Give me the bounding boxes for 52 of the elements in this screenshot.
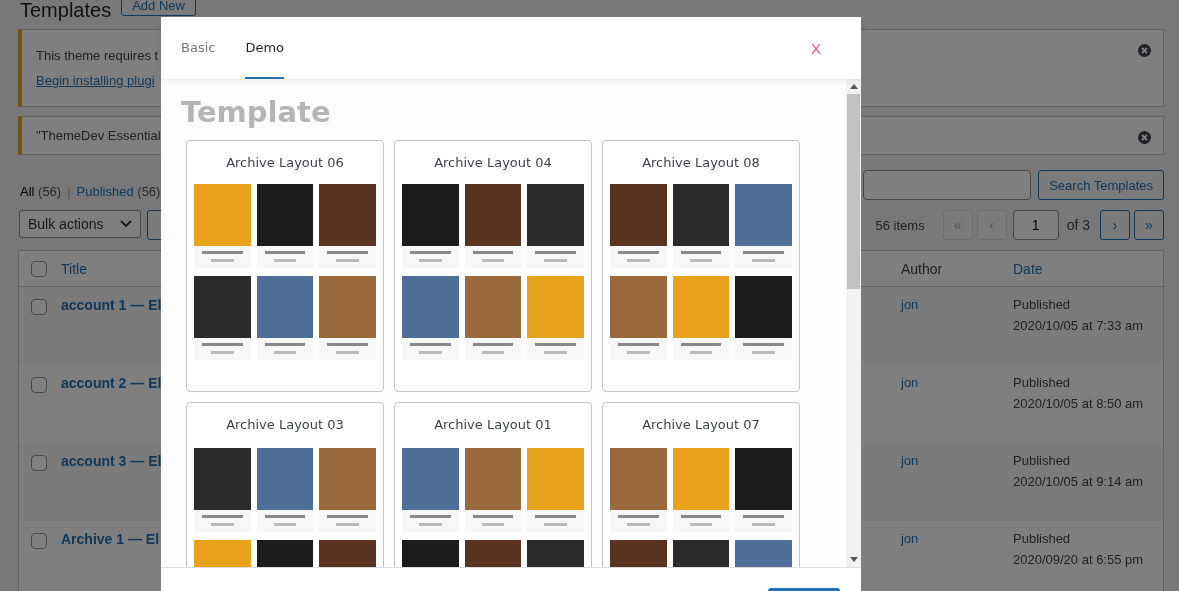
notice-text: "ThemeDev Essential (36, 128, 161, 143)
row-checkbox[interactable] (31, 455, 47, 471)
search-button[interactable]: Search Templates (1038, 170, 1164, 200)
template-card[interactable]: Archive Layout 04 (394, 140, 592, 392)
scroll-down-icon[interactable] (849, 557, 858, 562)
template-card[interactable]: Archive Layout 06 (186, 140, 384, 392)
template-card[interactable]: Archive Layout 07 (602, 402, 800, 567)
select-all-checkbox[interactable] (31, 260, 47, 277)
page-nav-button[interactable]: » (1134, 210, 1164, 240)
column-header[interactable]: Date (1013, 260, 1163, 277)
date-cell-text: Published 2020/10/05 at 8:50 am (1013, 374, 1145, 413)
view-link[interactable]: All (56) (20, 183, 62, 199)
date-cell-text: Published 2020/09/20 at 6:55 pm (1013, 530, 1145, 569)
row-checkbox[interactable] (31, 533, 47, 549)
page-total: of 3 (1066, 217, 1090, 233)
scroll-up-icon[interactable] (849, 84, 858, 89)
row-checkbox[interactable] (31, 377, 47, 393)
dismiss-icon[interactable] (1138, 131, 1151, 144)
template-name: Archive Layout 07 (641, 417, 761, 432)
row-checkbox[interactable] (31, 299, 47, 315)
dialog-tab[interactable]: Basic (181, 17, 216, 79)
author-link[interactable]: jon (901, 297, 1013, 365)
page-nav-button[interactable]: › (1100, 210, 1130, 240)
section-heading: Template (181, 95, 332, 129)
author-link[interactable]: jon (901, 375, 1013, 443)
author-link[interactable]: jon (901, 453, 1013, 521)
install-plugins-link[interactable]: Begin installing plugi (36, 73, 159, 88)
close-button[interactable]: X (811, 17, 821, 79)
page-field[interactable]: 1 (1012, 210, 1059, 240)
template-card[interactable]: Archive Layout 01 (394, 402, 592, 567)
view-link[interactable]: Published (56) (76, 183, 161, 199)
add-new-button[interactable]: Add New (121, 0, 196, 16)
template-name: Archive Layout 01 (433, 417, 553, 432)
chevron-down-icon[interactable] (120, 220, 132, 228)
template-card[interactable]: Archive Layout 08 (602, 140, 800, 392)
scrollbar[interactable] (846, 79, 861, 567)
template-name: Archive Layout 03 (225, 417, 345, 432)
dismiss-icon[interactable] (1138, 44, 1151, 57)
page-title: Templates (20, 0, 112, 20)
separator-text: | (67, 183, 71, 199)
notice-text: This theme requires t (36, 48, 159, 63)
items-count: 56 items (875, 217, 925, 233)
template-name: Archive Layout 06 (225, 155, 345, 170)
template-card[interactable]: Archive Layout 03 (186, 402, 384, 567)
template-name: Archive Layout 04 (433, 155, 553, 170)
date-cell-text: Published 2020/10/05 at 7:33 am (1013, 296, 1145, 335)
search-field[interactable] (863, 170, 1032, 200)
column-header: Author (901, 260, 944, 277)
template-name: Archive Layout 08 (641, 155, 761, 170)
date-cell-text: Published 2020/10/05 at 9:14 am (1013, 452, 1145, 491)
bulk-actions-dropdown[interactable]: Bulk actions (19, 210, 141, 238)
author-link[interactable]: jon (901, 531, 1013, 591)
